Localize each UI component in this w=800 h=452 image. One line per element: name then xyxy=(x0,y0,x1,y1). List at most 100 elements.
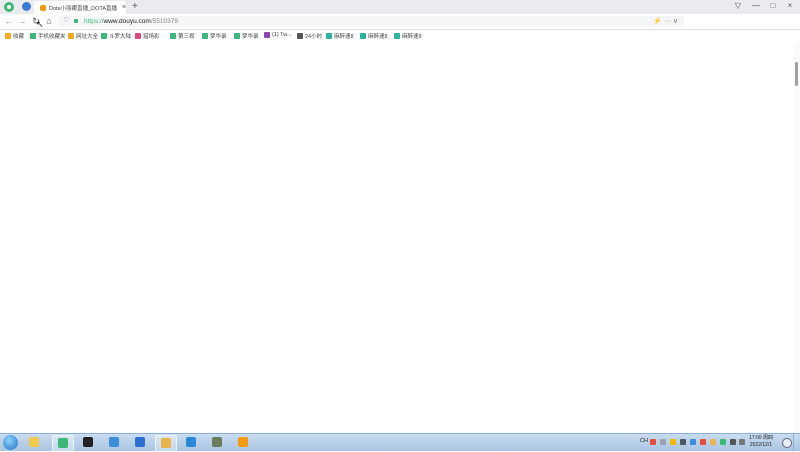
taskbar-app-app-face[interactable] xyxy=(207,435,227,450)
bookmark-favicon-icon xyxy=(68,33,74,39)
tray-app-icon[interactable] xyxy=(670,439,676,445)
bookmark-item[interactable]: 梦华录 xyxy=(202,32,227,40)
home-icon[interactable]: ⌂ xyxy=(44,16,54,26)
forward-icon[interactable]: → xyxy=(17,16,27,26)
address-bar[interactable]: ⛉ https://www.douyu.com/5510379 ⚡ ··· ∨ xyxy=(58,16,684,27)
bookmark-item[interactable]: 24小时 xyxy=(297,32,322,40)
ie-icon xyxy=(109,437,119,447)
close-button[interactable]: × xyxy=(784,1,796,10)
vertical-scrollbar[interactable] xyxy=(794,42,800,433)
tab-active[interactable]: Dota小丽娜直播_DOTA直播 × xyxy=(34,1,126,14)
bookmark-item[interactable]: 麻醉速8 xyxy=(326,32,354,40)
tab-favicon-icon xyxy=(40,4,46,11)
url-scheme: https:// xyxy=(84,18,104,25)
clock-time: 17:00 周四 xyxy=(749,435,773,441)
bookmark-item[interactable]: 第三视 xyxy=(170,32,195,40)
clock-date: 2022/12/1 xyxy=(749,442,773,448)
bookmark-favicon-icon xyxy=(360,33,366,39)
scrollbar-thumb[interactable] xyxy=(795,62,798,86)
app-blue-icon xyxy=(135,437,145,447)
bookmark-label: 梦华录 xyxy=(210,34,227,40)
url-text[interactable]: https://www.douyu.com/5510379 xyxy=(84,18,178,25)
bookmark-item[interactable]: 收藏 xyxy=(5,32,24,40)
bookmark-item[interactable]: 斗罗大陆 xyxy=(101,32,131,40)
taskbar-app-app-orange[interactable] xyxy=(233,435,253,450)
browser-logo-icon[interactable] xyxy=(4,2,14,12)
tab-close-icon[interactable]: × xyxy=(122,4,126,11)
bookmark-favicon-icon xyxy=(135,33,141,39)
bookmark-label: 第三视 xyxy=(178,34,195,40)
network-icon[interactable] xyxy=(730,439,736,445)
tray-app-icon[interactable] xyxy=(700,439,706,445)
url-host: www.douyu.com xyxy=(103,18,151,25)
navigation-bar: ← → ↻ ⌂ ⛉ https://www.douyu.com/5510379 … xyxy=(0,14,800,39)
bookmark-label: 猎场影 xyxy=(143,34,160,40)
sidebar-toggle-icon[interactable] xyxy=(22,2,31,11)
mouse-cursor-icon: ↖ xyxy=(36,19,44,29)
bookmarks-bar: 收藏 手机收藏夹 网址大全 斗罗大陆 猎场影 第三视 梦华录 梦华录 (1) Tw... 24小时… xyxy=(0,30,800,42)
notification-icon[interactable] xyxy=(782,438,792,448)
app-face-icon xyxy=(212,437,222,447)
show-desktop-button[interactable] xyxy=(793,434,800,451)
bookmark-label: 麻醉速8 xyxy=(402,34,422,40)
url-path: /5510379 xyxy=(150,18,178,25)
taskbar-app-app-blue[interactable] xyxy=(130,435,150,450)
bookmark-favicon-icon xyxy=(101,33,107,39)
tray-app-icon[interactable] xyxy=(650,439,656,445)
bookmark-favicon-icon xyxy=(234,33,240,39)
bookmark-favicon-icon xyxy=(202,33,208,39)
tab-strip: Dota小丽娜直播_DOTA直播 × + ▽ — □ × xyxy=(0,0,800,14)
tray-app-icon[interactable] xyxy=(690,439,696,445)
input-method-indicator[interactable]: CH xyxy=(640,438,648,444)
bookmark-item[interactable]: (1) Tw... xyxy=(264,32,291,38)
taskbar-app-app-cube[interactable] xyxy=(181,435,201,450)
taskbar-app-360-browser[interactable] xyxy=(52,435,74,452)
taskbar-app-ie[interactable] xyxy=(104,435,124,450)
explorer-icon xyxy=(29,437,39,447)
bookmark-label: 麻醉速8 xyxy=(334,34,354,40)
taskbar-app-obs[interactable] xyxy=(78,435,98,450)
new-tab-button[interactable]: + xyxy=(132,1,138,12)
maximize-button[interactable]: □ xyxy=(767,1,779,10)
app-orange-icon xyxy=(238,437,248,447)
obs-icon xyxy=(83,437,93,447)
bookmark-favicon-icon xyxy=(297,33,303,39)
bookmark-item[interactable]: 手机收藏夹 xyxy=(30,32,66,40)
bookmark-favicon-icon xyxy=(170,33,176,39)
app-menu-icon[interactable]: ▽ xyxy=(732,1,744,10)
volume-icon[interactable] xyxy=(739,439,745,445)
shield-icon: ⛉ xyxy=(64,18,69,24)
minimize-button[interactable]: — xyxy=(750,1,762,10)
tray-app-icon[interactable] xyxy=(720,439,726,445)
bookmark-item[interactable]: 梦华录 xyxy=(234,32,259,40)
bookmark-item[interactable]: 网址大全 xyxy=(68,32,98,40)
bookmark-item[interactable]: 猎场影 xyxy=(135,32,160,40)
bookmark-favicon-icon xyxy=(30,33,36,39)
app-cube-icon xyxy=(186,437,196,447)
tab-title: Dota小丽娜直播_DOTA直播 xyxy=(49,5,118,12)
page-content[interactable] xyxy=(0,42,794,433)
address-actions[interactable]: ⚡ ··· ∨ xyxy=(653,17,678,25)
bookmark-label: 24小时 xyxy=(305,34,323,40)
tray-app-icon[interactable] xyxy=(710,439,716,445)
bookmark-favicon-icon xyxy=(264,32,270,38)
start-button[interactable] xyxy=(3,435,18,450)
bookmark-label: 手机收藏夹 xyxy=(38,34,66,40)
360-browser-icon xyxy=(58,438,68,448)
bookmark-item[interactable]: 麻醉速8 xyxy=(360,32,388,40)
bookmark-label: 斗罗大陆 xyxy=(109,34,132,40)
clock[interactable]: 17:00 周四 2022/12/1 xyxy=(748,435,774,449)
back-icon[interactable]: ← xyxy=(4,16,14,26)
star-icon xyxy=(5,33,11,39)
bookmark-label: (1) Tw... xyxy=(272,32,292,38)
taskbar-app-explorer[interactable] xyxy=(24,435,44,450)
tray-app-icon[interactable] xyxy=(660,439,666,445)
lock-icon[interactable] xyxy=(74,19,78,23)
bookmark-item[interactable]: 麻醉速8 xyxy=(394,32,422,40)
app-glasses-icon xyxy=(161,438,171,448)
taskbar-app-app-glasses[interactable] xyxy=(155,435,177,452)
bookmark-label: 麻醉速8 xyxy=(368,34,388,40)
tray-app-icon[interactable] xyxy=(680,439,686,445)
bookmark-favicon-icon xyxy=(326,33,332,39)
bookmark-label: 网址大全 xyxy=(76,34,99,40)
